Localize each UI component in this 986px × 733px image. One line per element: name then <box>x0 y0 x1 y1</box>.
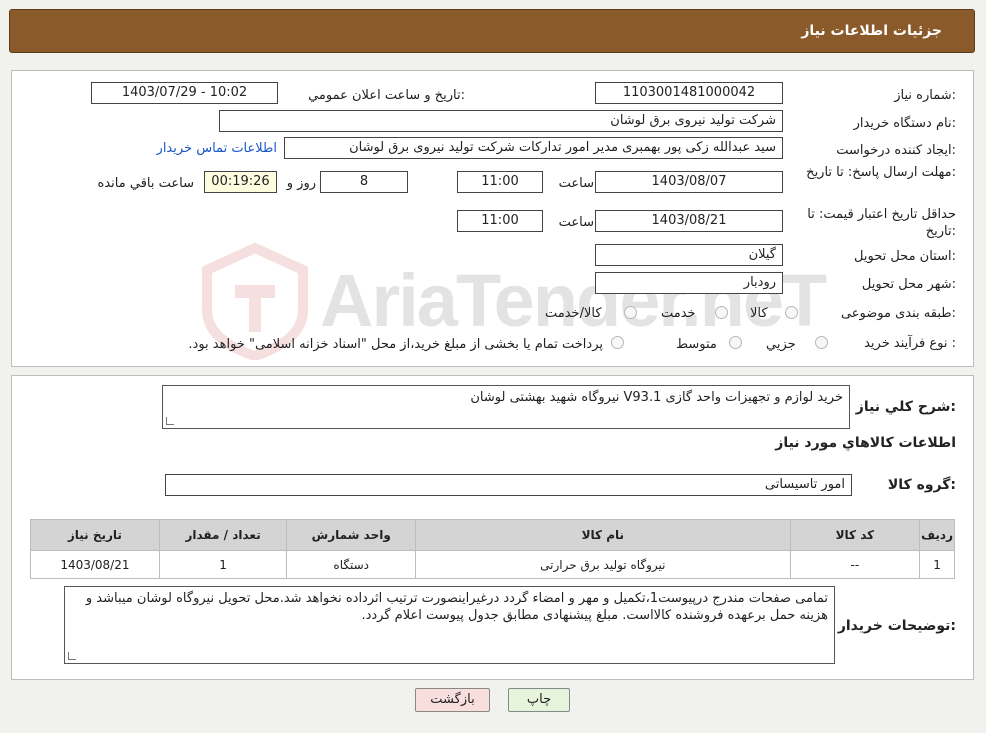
days-label: روز و <box>286 176 316 191</box>
province-field[interactable]: گیلان <box>595 244 783 266</box>
process-minor-label: جزيي <box>766 337 796 352</box>
col-name: نام کالا <box>415 519 791 551</box>
reply-deadline-label: مهلت ارسال پاسخ: تا تاريخ: <box>806 165 956 180</box>
watermark-text: AriaTender.neT <box>320 259 827 342</box>
requester-label: ايجاد کننده درخواست: <box>836 143 956 158</box>
announce-datetime-label: تاريخ و ساعت اعلان عمومي: <box>308 88 465 103</box>
city-label: شهر محل تحويل: <box>861 277 956 292</box>
category-goods-label: کالا <box>750 306 768 321</box>
goods-table-header: رديف کد کالا نام کالا واحد شمارش تعداد /… <box>30 519 955 551</box>
requester-field[interactable]: سید عبدالله زکی پور بهمبری مدیر امور تدا… <box>284 137 783 159</box>
col-quantity: تعداد / مقدار <box>158 519 288 551</box>
buyer-org-label: نام دستگاه خريدار: <box>853 116 956 131</box>
buyer-contact-link[interactable]: اطلاعات تماس خريدار <box>157 141 277 156</box>
buyer-notes-label: توضيحات خريدار: <box>837 618 956 634</box>
process-medium-radio[interactable] <box>729 336 742 349</box>
cell-row: 1 <box>919 550 955 579</box>
col-unit: واحد شمارش <box>286 519 417 551</box>
buyer-notes-text: تمامی صفحات مندرج درپیوست1،تکمیل و مهر و… <box>85 591 828 623</box>
reply-time-label: ساعت <box>558 176 594 191</box>
cell-unit: دستگاه <box>286 550 417 579</box>
goods-group-field[interactable]: امور تاسیساتی <box>165 474 852 496</box>
price-validity-label: حداقل تاريخ اعتبار قيمت: تا تاريخ: <box>807 207 956 239</box>
cell-name: نیروگاه تولید برق حرارتی <box>415 550 791 579</box>
reply-time-field[interactable]: 11:00 <box>457 171 543 193</box>
process-minor-radio[interactable] <box>815 336 828 349</box>
province-label: استان محل تحويل: <box>854 249 956 264</box>
buyer-org-field[interactable]: شرکت تولید نیروی برق لوشان <box>219 110 783 132</box>
days-left-field[interactable]: 8 <box>320 171 408 193</box>
price-time-field[interactable]: 11:00 <box>457 210 543 232</box>
time-left-field[interactable]: 00:19:26 <box>204 171 277 193</box>
process-label: نوع فرآيند خريد : <box>864 336 956 351</box>
need-number-label: شماره نياز: <box>894 88 956 103</box>
col-code: کد کالا <box>789 519 921 551</box>
category-service-radio[interactable] <box>715 306 728 319</box>
price-date-field[interactable]: 1403/08/21 <box>595 210 783 232</box>
cell-code: -- <box>789 550 921 579</box>
summary-textarea[interactable]: خرید لوازم و تجهیزات واحد گازی V93.1 نیر… <box>162 385 850 429</box>
category-goods-service-label: کالا/خدمت <box>545 306 602 321</box>
need-number-field[interactable]: 1103001481000042 <box>595 82 783 104</box>
remaining-label: ساعت باقي مانده <box>97 176 194 191</box>
back-button[interactable]: بازگشت <box>415 688 490 712</box>
category-service-label: خدمت <box>661 306 696 321</box>
cell-quantity: 1 <box>158 550 288 579</box>
cell-need-date: 1403/08/21 <box>30 550 160 579</box>
col-need-date: تاريخ نياز <box>30 519 160 551</box>
buyer-notes-textarea[interactable]: تمامی صفحات مندرج درپیوست1،تکمیل و مهر و… <box>64 586 835 664</box>
summary-text: خرید لوازم و تجهیزات واحد گازی V93.1 نیر… <box>470 390 843 405</box>
price-time-label: ساعت <box>558 215 594 230</box>
summary-label: شرح کلي نياز: <box>855 399 956 415</box>
process-medium-label: متوسط <box>676 337 717 352</box>
page-title: جزئيات اطلاعات نياز <box>801 23 942 39</box>
page-header: جزئيات اطلاعات نياز <box>9 9 975 53</box>
process-treasury-radio[interactable] <box>611 336 624 349</box>
process-note: پرداخت تمام یا بخشی از مبلغ خرید،از محل … <box>188 337 603 352</box>
category-goods-radio[interactable] <box>785 306 798 319</box>
col-row: رديف <box>919 519 955 551</box>
city-field[interactable]: رودبار <box>595 272 783 294</box>
category-goods-service-radio[interactable] <box>624 306 637 319</box>
goods-section-title: اطلاعات کالاهاي مورد نياز <box>775 435 956 451</box>
announce-datetime-field[interactable]: 1403/07/29 - 10:02 <box>91 82 278 104</box>
print-button[interactable]: چاپ <box>508 688 570 712</box>
resize-handle-icon[interactable] <box>166 417 174 425</box>
category-label: طبقه بندی موضوعی: <box>840 306 956 321</box>
reply-date-field[interactable]: 1403/08/07 <box>595 171 783 193</box>
goods-group-label: گروه کالا: <box>887 477 956 493</box>
table-row[interactable]: 1 -- نیروگاه تولید برق حرارتی دستگاه 1 1… <box>30 550 955 579</box>
resize-handle-icon[interactable] <box>68 652 76 660</box>
goods-table: رديف کد کالا نام کالا واحد شمارش تعداد /… <box>30 519 955 579</box>
